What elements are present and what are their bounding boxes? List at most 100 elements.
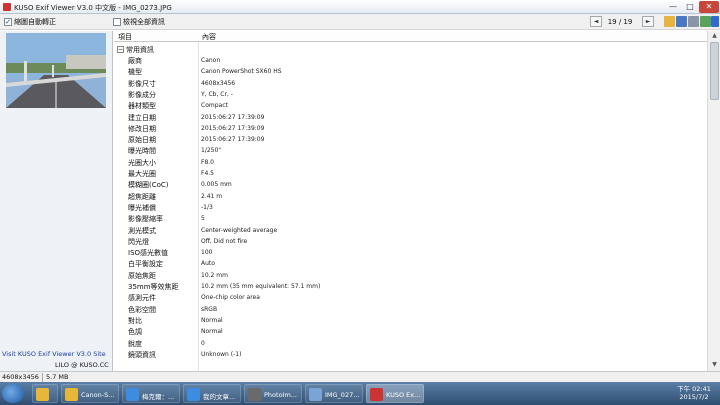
taskbar-button[interactable]: 我的文章... bbox=[183, 384, 241, 403]
row-key: 修改日期 bbox=[128, 124, 156, 133]
row-value: 2.41 m bbox=[201, 192, 223, 200]
table-row[interactable]: 色調 Normal bbox=[114, 326, 707, 337]
table-row[interactable]: 原始焦距 10.2 mm bbox=[114, 270, 707, 281]
table-row[interactable]: 銳度 0 bbox=[114, 338, 707, 349]
auto-rotate-checkbox[interactable]: ✓ 縮圖自動轉正 bbox=[4, 17, 56, 27]
table-row[interactable]: 超焦距離 2.41 m bbox=[114, 191, 707, 202]
table-row[interactable]: 原始日期 2015:06:27 17:39:09 bbox=[114, 134, 707, 145]
table-row[interactable]: 影像尺寸 4608x3456 bbox=[114, 78, 707, 89]
checkbox-unchecked-icon[interactable] bbox=[113, 18, 121, 26]
table-row[interactable]: 廠商 Canon bbox=[114, 55, 707, 66]
show-all-checkbox[interactable]: 檢視全部資訊 bbox=[113, 17, 165, 27]
row-value: Off, Did not fire bbox=[201, 237, 248, 245]
ie-icon bbox=[187, 388, 200, 401]
table-row[interactable]: 測光模式 Center-weighted average bbox=[114, 225, 707, 236]
row-value: One-chip color area bbox=[201, 294, 260, 302]
table-row[interactable]: 色彩空間 sRGB bbox=[114, 304, 707, 315]
taskbar-button-label: 梅克爾：... bbox=[142, 393, 175, 401]
clock-time: 下午 02:41 bbox=[677, 385, 711, 393]
table-row[interactable]: 修改日期 2015:06:27 17:39:09 bbox=[114, 123, 707, 134]
row-key: 色彩空間 bbox=[128, 305, 156, 314]
table-row[interactable]: 感測元件 One-chip color area bbox=[114, 292, 707, 303]
photo-thumbnail[interactable] bbox=[6, 33, 106, 108]
row-key: 曝光時間 bbox=[128, 147, 156, 156]
taskbar-button-label: Canon-S... bbox=[81, 391, 115, 399]
group-row-common[interactable]: − 常用資訊 bbox=[114, 44, 707, 55]
list-icon[interactable] bbox=[688, 16, 699, 27]
start-button[interactable] bbox=[2, 384, 24, 403]
thumbnail-panel: Visit KUSO Exif Viewer V3.0 Site LILO @ … bbox=[0, 31, 113, 371]
system-clock[interactable]: 下午 02:41 2015/7/2 bbox=[672, 385, 716, 401]
next-image-button[interactable]: ► bbox=[642, 16, 654, 27]
row-key: 廠商 bbox=[128, 57, 142, 65]
table-row[interactable]: 模糊圈(CoC) 0.005 mm bbox=[114, 179, 707, 190]
column-header-item[interactable]: 項目 bbox=[118, 32, 132, 42]
maximize-button[interactable]: □ bbox=[682, 1, 698, 13]
row-value: 1/250" bbox=[201, 147, 222, 155]
taskbar-button[interactable]: Canon-S... bbox=[61, 384, 119, 403]
table-row[interactable]: 曝光補償 -1/3 bbox=[114, 202, 707, 213]
title-bar: KUSO Exif Viewer V3.0 中文版 - IMG_0273.JPG… bbox=[0, 0, 720, 14]
table-row[interactable]: 35mm等效焦距 10.2 mm (35 mm equivalent: 57.1 … bbox=[114, 281, 707, 292]
table-row[interactable]: 影像成分 Y, Cb, Cr, - bbox=[114, 89, 707, 100]
row-value: Compact bbox=[201, 102, 228, 110]
table-row[interactable]: 機型 Canon PowerShot SX60 HS bbox=[114, 66, 707, 77]
row-key: 測光模式 bbox=[128, 226, 156, 235]
help-icon[interactable] bbox=[711, 16, 719, 27]
taskbar-button[interactable]: KUSO Ex... bbox=[366, 384, 424, 403]
status-divider bbox=[42, 373, 43, 382]
collapse-icon[interactable]: − bbox=[117, 46, 124, 53]
taskbar-button-label: KUSO Ex... bbox=[386, 391, 421, 399]
row-value: 10.2 mm bbox=[201, 271, 228, 279]
open-folder-icon[interactable] bbox=[664, 16, 675, 27]
scroll-up-icon[interactable]: ▲ bbox=[709, 31, 720, 41]
row-value: 10.2 mm (35 mm equivalent: 57.1 mm) bbox=[201, 283, 321, 290]
row-key: 機型 bbox=[128, 68, 142, 77]
table-row[interactable]: 鏡頭資訊 Unknown (-1) bbox=[114, 349, 707, 360]
row-key: 影像成分 bbox=[128, 90, 156, 99]
toolbar: ✓ 縮圖自動轉正 檢視全部資訊 ◄ 19 / 19 ► bbox=[0, 14, 720, 30]
status-dimensions: 4608x3456 bbox=[2, 373, 39, 381]
table-row[interactable]: 光圈大小 F8.0 bbox=[114, 157, 707, 168]
scroll-thumb[interactable] bbox=[710, 42, 719, 100]
folder-icon bbox=[65, 388, 78, 401]
table-row[interactable]: 曝光時間 1/250" bbox=[114, 145, 707, 156]
save-icon[interactable] bbox=[676, 16, 687, 27]
exif-table: 項目 內容 − 常用資訊 廠商 Canon 機型 Canon PowerShot SX… bbox=[114, 31, 707, 371]
row-key: ISO感光數值 bbox=[128, 249, 169, 258]
window-title: KUSO Exif Viewer V3.0 中文版 - IMG_0273.JPG bbox=[14, 4, 172, 12]
taskbar-button[interactable]: IMG_027... bbox=[305, 384, 363, 403]
close-button[interactable]: ✕ bbox=[699, 1, 719, 13]
table-row[interactable]: 最大光圈 F4.5 bbox=[114, 168, 707, 179]
taskbar-button[interactable]: PhotoIm... bbox=[244, 384, 302, 403]
row-value: F4.5 bbox=[201, 170, 214, 177]
show-all-label: 檢視全部資訊 bbox=[123, 18, 165, 26]
table-row[interactable]: 器材類型 Compact bbox=[114, 100, 707, 111]
scroll-down-icon[interactable]: ▼ bbox=[709, 360, 720, 370]
row-key: 光圈大小 bbox=[128, 158, 156, 167]
row-key: 原始日期 bbox=[128, 136, 156, 145]
taskbar-button[interactable] bbox=[32, 384, 58, 403]
table-row[interactable]: 影像壓縮率 5 bbox=[114, 213, 707, 224]
row-value: 5 bbox=[201, 215, 205, 223]
table-row[interactable]: 對比 Normal bbox=[114, 315, 707, 326]
image-counter: 19 / 19 bbox=[607, 18, 633, 26]
row-value: F8.0 bbox=[201, 158, 214, 166]
group-label: 常用資訊 bbox=[126, 46, 154, 54]
row-value: 0.005 mm bbox=[201, 181, 232, 189]
visit-site-link[interactable]: Visit KUSO Exif Viewer V3.0 Site bbox=[2, 350, 114, 358]
table-row[interactable]: 閃光燈 Off, Did not fire bbox=[114, 236, 707, 247]
minimize-button[interactable]: — bbox=[665, 1, 681, 13]
row-value: 100 bbox=[201, 249, 213, 257]
column-header-value[interactable]: 內容 bbox=[202, 32, 216, 42]
row-key: 鏡頭資訊 bbox=[128, 350, 156, 359]
table-row[interactable]: ISO感光數值 100 bbox=[114, 247, 707, 258]
table-row[interactable]: 建立日期 2015:06:27 17:39:09 bbox=[114, 112, 707, 123]
table-row[interactable]: 白平衡設定 Auto bbox=[114, 258, 707, 269]
row-key: 35mm等效焦距 bbox=[128, 283, 179, 291]
vertical-scrollbar[interactable]: ▲ ▼ bbox=[707, 31, 720, 371]
image-icon[interactable] bbox=[700, 16, 711, 27]
checkbox-checked-icon[interactable]: ✓ bbox=[4, 18, 12, 26]
taskbar-button[interactable]: 梅克爾：... bbox=[122, 384, 180, 403]
image-viewer-icon bbox=[309, 388, 322, 401]
